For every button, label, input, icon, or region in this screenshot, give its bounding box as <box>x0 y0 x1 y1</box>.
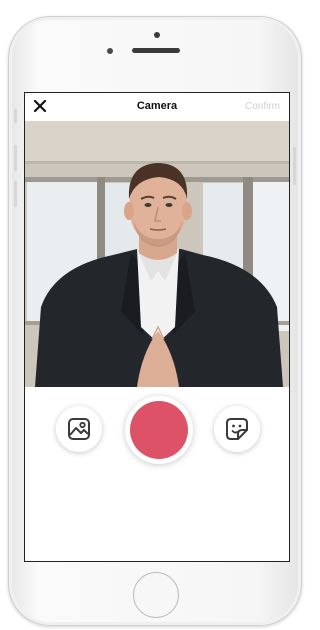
volume-down-button <box>14 181 17 207</box>
sticker-icon <box>226 418 248 440</box>
shutter-button[interactable] <box>125 396 193 464</box>
mute-switch <box>14 109 17 123</box>
proximity-sensor <box>107 48 113 54</box>
camera-viewfinder[interactable] <box>25 121 289 387</box>
volume-up-button <box>14 145 17 171</box>
shutter-button-fill <box>130 401 188 459</box>
top-bar: Camera Confirm <box>25 93 289 121</box>
home-button[interactable] <box>133 572 179 618</box>
earpiece-speaker <box>132 48 180 53</box>
app-screen: Camera Confirm <box>24 92 290 562</box>
camera-controls <box>25 387 289 561</box>
image-icon <box>68 418 90 440</box>
power-button <box>293 147 296 185</box>
confirm-button[interactable]: Confirm <box>245 101 280 112</box>
gallery-button[interactable] <box>56 406 102 452</box>
sticker-button[interactable] <box>214 406 260 452</box>
camera-preview-image <box>25 121 289 387</box>
front-camera <box>154 32 160 38</box>
